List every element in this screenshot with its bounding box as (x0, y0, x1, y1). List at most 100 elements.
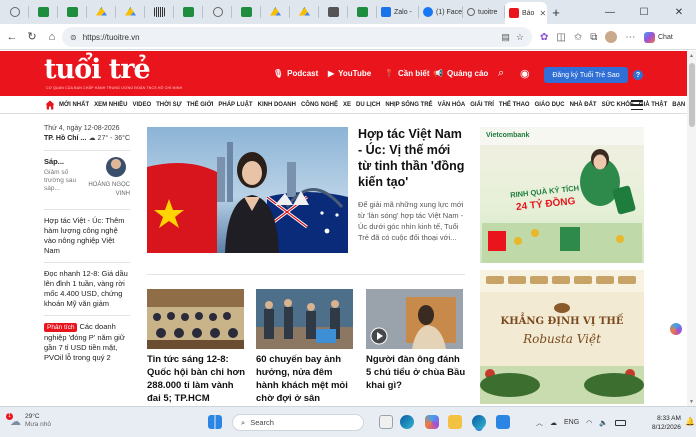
category-16[interactable]: NHÀ ĐẤT (570, 102, 597, 108)
category-6[interactable]: PHÁP LUẬT (218, 102, 252, 108)
category-18[interactable]: GIẢ THẬT (639, 102, 667, 108)
copilot-icon[interactable] (425, 415, 439, 429)
category-4[interactable]: THỜI SỰ (156, 102, 181, 108)
tab-zalo[interactable]: Zalo - (377, 0, 419, 24)
news-card-title-1[interactable]: Tin tức sáng 12-8: Quốc hội bàn chi hơn … (147, 353, 247, 405)
category-10[interactable]: DU LỊCH (356, 102, 380, 108)
header-link-quang-cao[interactable]: 📢 Quảng cáo (433, 69, 488, 78)
weather-widget[interactable]: ☁ 1 29°C Mưa nhỏ (6, 412, 51, 429)
advertisement-banner-1[interactable]: Vietcombank RINH QUÀ KỶ TÍCH 24 TỶ ĐỒNG (480, 127, 644, 263)
subscribe-button[interactable]: Đăng ký Tuổi Trẻ Sao (544, 67, 628, 83)
address-bar[interactable]: ⊜ https://tuoitre.vn ▤ ☆ (62, 27, 532, 47)
scroll-up-arrow[interactable]: ▲ (687, 51, 696, 60)
header-link-youtube[interactable]: ▶ YouTube (328, 69, 371, 78)
tab-pinned-1[interactable] (0, 0, 29, 24)
favorites-icon[interactable]: ✩ (574, 32, 582, 43)
app-icon[interactable] (379, 415, 393, 429)
tab-pinned-13[interactable] (348, 0, 377, 24)
help-button[interactable]: ? (633, 70, 643, 80)
side-news-item-2[interactable]: Đọc nhanh 12-8: Giá dầu lên đỉnh 1 tuần,… (44, 269, 130, 309)
category-3[interactable]: VIDEO (132, 102, 151, 108)
news-card-image-1[interactable] (147, 289, 244, 349)
hamburger-menu-icon[interactable] (631, 99, 643, 111)
volume-icon[interactable]: 🔈 (599, 419, 608, 427)
collections-icon[interactable]: ⧉ (590, 32, 597, 43)
close-window-button[interactable]: ✕ (662, 0, 696, 24)
tab-bao-active[interactable]: Báo ✕ (505, 2, 547, 24)
tab-pinned-10[interactable] (261, 0, 290, 24)
tab-pinned-2[interactable] (29, 0, 58, 24)
tab-pinned-4[interactable] (87, 0, 116, 24)
close-tab-icon[interactable]: ✕ (539, 9, 546, 18)
news-card-title-3[interactable]: Người đàn ông đánh 5 chú tiểu ở chùa Bầu… (366, 353, 466, 392)
more-menu-icon[interactable]: ⋯ (625, 32, 635, 43)
minimize-button[interactable]: — (593, 0, 627, 24)
feature-image[interactable] (147, 127, 348, 253)
edge-icon[interactable] (400, 415, 414, 429)
category-14[interactable]: THỂ THAO (499, 102, 530, 108)
category-12[interactable]: VĂN HÓA (438, 102, 466, 108)
header-link-podcast[interactable]: 🎙 Podcast (273, 69, 318, 78)
tab-pinned-8[interactable] (203, 0, 232, 24)
store-icon[interactable] (496, 415, 510, 429)
reload-button[interactable]: ↻ (22, 30, 42, 43)
copilot-icon[interactable]: ✿ (540, 32, 548, 43)
weather-location[interactable]: TP. Hồ Chí ... ☁ 27° - 36°C (44, 134, 130, 144)
chat-button[interactable]: Chat (644, 28, 673, 46)
system-clock[interactable]: 8:33 AM 8/12/2026 (652, 414, 681, 432)
tab-tuoitre-search[interactable]: tuoitre (463, 0, 505, 24)
search-icon[interactable]: ⌕ (498, 67, 504, 80)
scroll-thumb[interactable] (688, 63, 695, 127)
side-news-item-3[interactable]: Phân tích Các doanh nghiệp 'đóng P' năm g… (44, 322, 130, 363)
scroll-down-arrow[interactable]: ▼ (687, 397, 696, 406)
file-explorer-icon[interactable] (448, 415, 462, 429)
opinion-block[interactable]: Sáp... Giảm số trường sau sáp... HOÀNG N… (44, 157, 130, 203)
back-button[interactable]: ← (2, 31, 22, 43)
home-icon[interactable] (45, 100, 55, 110)
new-tab-button[interactable]: + (547, 5, 565, 20)
input-language[interactable]: ENG (564, 419, 579, 426)
notification-bell-icon[interactable]: 🔔 (685, 417, 695, 426)
battery-icon[interactable] (615, 419, 626, 426)
category-13[interactable]: GIẢI TRÍ (470, 102, 494, 108)
split-screen-icon[interactable]: ◫ (556, 32, 565, 43)
tab-pinned-5[interactable] (116, 0, 145, 24)
site-info-icon[interactable]: ⊜ (70, 33, 77, 42)
header-link-can-biet[interactable]: 📍 Cần biết (384, 69, 430, 78)
tab-pinned-11[interactable] (290, 0, 319, 24)
news-card-image-2[interactable] (256, 289, 353, 349)
tab-pinned-3[interactable] (58, 0, 87, 24)
reading-mode-icon[interactable]: ▤ (501, 32, 510, 43)
category-8[interactable]: CÔNG NGHỆ (301, 102, 338, 108)
tab-pinned-7[interactable] (174, 0, 203, 24)
category-2[interactable]: XEM NHIỀU (94, 102, 127, 108)
home-button[interactable]: ⌂ (42, 31, 62, 43)
profile-avatar[interactable] (605, 31, 618, 43)
category-15[interactable]: GIÁO DỤC (535, 102, 565, 108)
favorite-star-icon[interactable]: ☆ (516, 32, 524, 43)
category-17[interactable]: SỨC KHỎE (602, 102, 634, 108)
feature-headline[interactable]: Hợp tác Việt Nam - Úc: Vị thế mới từ tin… (358, 126, 466, 190)
edge-active-icon[interactable] (472, 415, 486, 429)
tray-cloud-icon[interactable]: ☁ (550, 419, 557, 427)
tab-pinned-9[interactable] (232, 0, 261, 24)
site-logo[interactable]: tuổi trẻ (44, 55, 151, 85)
advertisement-banner-2[interactable]: KHẲNG ĐỊNH VỊ THẾ Robusta Việt (480, 270, 644, 404)
news-card-image-3[interactable] (366, 289, 463, 349)
category-5[interactable]: THẾ GIỚI (187, 102, 214, 108)
windows-start-icon[interactable] (208, 415, 222, 429)
tab-pinned-6[interactable] (145, 0, 174, 24)
tab-facebook[interactable]: (1) Face (419, 0, 463, 24)
tab-pinned-12[interactable] (319, 0, 348, 24)
category-7[interactable]: KINH DOANH (258, 102, 296, 108)
news-card-title-2[interactable]: 60 chuyến bay ảnh hưởng, nửa đêm hành kh… (256, 353, 356, 405)
maximize-button[interactable]: ☐ (627, 0, 661, 24)
taskbar-search[interactable]: ⌕ Search (232, 414, 364, 431)
copilot-floating-icon[interactable] (670, 323, 682, 335)
user-account-icon[interactable]: ◉ (520, 67, 530, 80)
page-scrollbar[interactable]: ▲ ▼ (687, 51, 696, 406)
category-9[interactable]: XE (343, 102, 351, 108)
category-11[interactable]: NHỊP SỐNG TRẺ (385, 102, 432, 108)
category-1[interactable]: MỚI NHẤT (59, 102, 89, 108)
side-news-item-1[interactable]: Hợp tác Việt - Úc: Thêm hàm lượng công n… (44, 216, 130, 256)
